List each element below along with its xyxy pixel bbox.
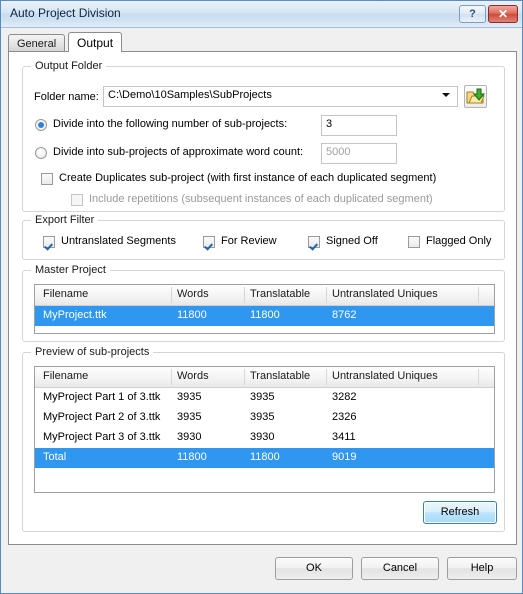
subproject-count-input[interactable]: 3 [321,115,397,136]
preview-subprojects-grid-header: Filename Words Translatable Untranslated… [35,367,494,388]
help-button[interactable]: Help [447,557,517,580]
table-row[interactable]: MyProject Part 3 of 3.ttk 3930 3930 3411 [35,428,494,448]
cell-words: 11800 [177,309,207,321]
column-header-words[interactable]: Words [177,288,209,300]
cell-untranslated-uniques: 2326 [332,411,357,423]
cell-translatable: 3935 [250,391,275,403]
folder-name-label: Folder name: [34,91,99,103]
column-divider[interactable] [478,369,479,385]
checkbox-for-review[interactable] [203,236,215,248]
master-project-grid-header: Filename Words Translatable Untranslated… [35,285,494,306]
cancel-button[interactable]: Cancel [361,557,439,580]
column-divider[interactable] [326,369,327,385]
radio-divide-by-word-count[interactable] [35,147,47,159]
close-icon[interactable]: ✕ [488,5,518,23]
cell-words: 3935 [177,411,202,423]
checkbox-flagged-only[interactable] [408,236,420,248]
refresh-button[interactable]: Refresh [423,501,497,524]
auto-project-division-dialog: Auto Project Division ? ✕ General Output… [0,0,523,594]
cell-translatable: 3935 [250,411,275,423]
cell-untranslated-uniques: 9019 [332,451,357,463]
cell-translatable: 11800 [250,451,280,463]
column-divider[interactable] [478,287,479,303]
preview-subprojects-grid[interactable]: Filename Words Translatable Untranslated… [34,366,495,493]
folder-name-input[interactable]: C:\Demo\10Samples\SubProjects [103,86,458,107]
tab-page-output: Output Folder Folder name: C:\Demo\10Sam… [8,51,517,545]
checkbox-flagged-only-label: Flagged Only [426,235,492,247]
titlebar-help-icon[interactable]: ? [459,5,486,23]
column-header-filename[interactable]: Filename [43,370,88,382]
cell-untranslated-uniques: 3282 [332,391,357,403]
table-row[interactable]: MyProject.ttk 11800 11800 8762 [35,306,494,326]
master-project-grid[interactable]: Filename Words Translatable Untranslated… [34,284,495,334]
cell-filename: MyProject.ttk [43,309,107,321]
cell-words: 11800 [177,451,207,463]
window-title: Auto Project Division [10,6,121,20]
table-row[interactable]: MyProject Part 1 of 3.ttk 3935 3935 3282 [35,388,494,408]
export-filter-group: Export Filter Untranslated Segments For … [22,214,505,260]
column-divider[interactable] [244,369,245,385]
export-filter-legend: Export Filter [31,214,99,226]
checkbox-untranslated-segments-label: Untranslated Segments [61,235,176,247]
column-divider[interactable] [326,287,327,303]
radio-divide-by-count[interactable] [35,119,47,131]
tab-output[interactable]: Output [68,32,123,52]
table-row-total[interactable]: Total 11800 11800 9019 [35,448,494,468]
checkbox-for-review-label: For Review [221,235,277,247]
checkbox-untranslated-segments[interactable] [43,236,55,248]
cell-translatable: 11800 [250,309,280,321]
cell-words: 3935 [177,391,202,403]
checkbox-signed-off[interactable] [308,236,320,248]
radio-divide-by-count-label: Divide into the following number of sub-… [53,118,288,130]
tab-general[interactable]: General [8,34,66,52]
browse-folder-button[interactable] [464,85,487,108]
preview-subprojects-group: Preview of sub-projects Filename Words T… [22,346,505,532]
cell-words: 3930 [177,431,202,443]
checkbox-include-repetitions-label: Include repetitions (subsequent instance… [89,193,433,205]
cell-translatable: 3930 [250,431,275,443]
cell-filename: MyProject Part 3 of 3.ttk [43,431,161,443]
column-divider[interactable] [244,287,245,303]
folder-open-down-icon [466,88,485,104]
cell-untranslated-uniques: 3411 [332,431,356,443]
checkbox-signed-off-label: Signed Off [326,235,378,247]
cell-filename: MyProject Part 2 of 3.ttk [43,411,161,423]
cell-untranslated-uniques: 8762 [332,309,357,321]
output-folder-group: Output Folder Folder name: C:\Demo\10Sam… [22,60,505,212]
column-divider[interactable] [171,287,172,303]
column-header-translatable[interactable]: Translatable [250,288,310,300]
chevron-down-icon[interactable] [442,93,450,97]
column-header-words[interactable]: Words [177,370,209,382]
master-project-group: Master Project Filename Words Translatab… [22,264,505,342]
checkbox-include-repetitions [71,194,83,206]
checkbox-create-duplicates-label: Create Duplicates sub-project (with firs… [59,172,437,184]
ok-button[interactable]: OK [275,557,353,580]
column-header-untranslated-uniques[interactable]: Untranslated Uniques [332,288,438,300]
table-row[interactable]: MyProject Part 2 of 3.ttk 3935 3935 2326 [35,408,494,428]
preview-subprojects-legend: Preview of sub-projects [31,346,154,358]
checkbox-create-duplicates[interactable] [41,173,53,185]
column-header-translatable[interactable]: Translatable [250,370,310,382]
title-bar: Auto Project Division ? ✕ [1,1,522,28]
radio-divide-by-word-count-label: Divide into sub-projects of approximate … [53,146,304,158]
column-header-untranslated-uniques[interactable]: Untranslated Uniques [332,370,438,382]
column-divider[interactable] [171,369,172,385]
column-header-filename[interactable]: Filename [43,288,88,300]
word-count-input[interactable]: 5000 [321,143,397,164]
master-project-legend: Master Project [31,264,110,276]
cell-filename: Total [43,451,67,463]
output-folder-legend: Output Folder [31,60,107,72]
cell-filename: MyProject Part 1 of 3.ttk [43,391,161,403]
